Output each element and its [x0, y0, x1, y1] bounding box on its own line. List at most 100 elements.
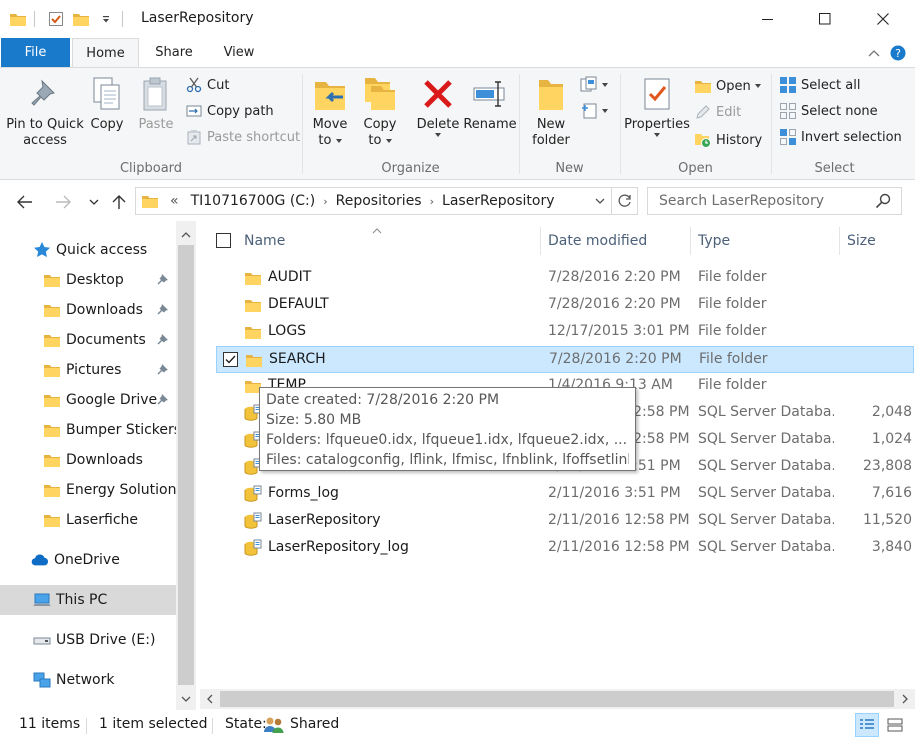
file-row[interactable]: LaserRepository 2/11/2016 12:58 PM SQL Ser… — [216, 508, 914, 535]
invert-selection-button[interactable]: Invert selection — [779, 126, 902, 148]
large-icons-view-button[interactable] — [883, 713, 907, 737]
file-size: 11,520 — [863, 512, 912, 528]
chevron-down-icon — [335, 138, 342, 143]
delete-button[interactable]: Delete — [416, 74, 460, 137]
forward-button[interactable] — [52, 191, 74, 213]
file-row[interactable]: LaserRepository_log 2/11/2016 12:58 PM SQL… — [216, 535, 914, 562]
file-row[interactable]: AUDIT 7/28/2016 2:20 PM File folder — [216, 265, 914, 292]
tab-file[interactable]: File — [1, 38, 70, 67]
maximize-button[interactable] — [802, 0, 848, 38]
copy-to-button[interactable]: Copy to — [358, 74, 402, 149]
scroll-left-arrow-icon[interactable] — [204, 693, 216, 705]
column-header-date-modified[interactable]: Date modified — [548, 221, 647, 261]
row-checkbox[interactable] — [223, 352, 238, 367]
details-view-button[interactable] — [855, 713, 879, 737]
file-list-horizontal-scrollbar[interactable] — [200, 689, 915, 709]
new-folder-button[interactable]: New folder — [528, 74, 574, 149]
open-button[interactable]: Open — [694, 75, 761, 97]
history-button[interactable]: History — [694, 129, 762, 151]
pin-icon[interactable] — [157, 333, 169, 349]
address-bar[interactable]: « TI10716700G (C:) › Repositories › Lase… — [135, 187, 638, 215]
column-header-name[interactable]: Name — [244, 221, 285, 261]
nav-item[interactable]: Laserfiche — [0, 505, 176, 535]
nav-usb-drive[interactable]: USB Drive (E:) — [0, 625, 176, 655]
pin-icon[interactable] — [157, 363, 169, 379]
paste-button[interactable]: Paste — [134, 74, 178, 133]
copy-button[interactable]: Copy — [85, 74, 129, 133]
paste-shortcut-button[interactable]: Paste shortcut — [185, 126, 300, 148]
nav-item[interactable]: Energy Solutions — [0, 475, 176, 505]
chevron-right-icon[interactable]: › — [323, 195, 327, 208]
paste-shortcut-icon — [185, 128, 203, 146]
horizontal-scrollbar-thumb[interactable] — [220, 691, 894, 707]
nav-item[interactable]: Bumper Stickers — [0, 415, 176, 445]
nav-item[interactable]: Desktop — [0, 265, 176, 295]
file-row[interactable]: Forms_log 2/11/2016 3:51 PM SQL Server Dat… — [216, 481, 914, 508]
file-date-modified: 2/11/2016 3:51 PM — [548, 485, 681, 501]
properties-checkmark-icon[interactable] — [46, 9, 66, 29]
new-folder-icon[interactable] — [71, 9, 91, 29]
pin-to-quick-access-button[interactable]: Pin to Quick access — [5, 74, 85, 149]
rename-button[interactable]: Rename — [463, 74, 517, 133]
nav-quick-access[interactable]: Quick access — [0, 235, 176, 265]
folder-icon — [43, 271, 61, 289]
database-icon — [244, 485, 262, 503]
file-row[interactable]: SEARCH 7/28/2016 2:20 PM File folder — [216, 346, 914, 373]
properties-button[interactable]: Properties — [624, 74, 690, 137]
search-icon[interactable] — [875, 193, 891, 212]
nav-item[interactable]: Documents — [0, 325, 176, 355]
chevron-right-icon[interactable]: › — [430, 195, 434, 208]
help-icon[interactable]: ? — [888, 43, 908, 63]
nav-scrollbar[interactable] — [176, 221, 196, 710]
pin-icon[interactable] — [157, 393, 169, 409]
column-header-size[interactable]: Size — [847, 221, 876, 261]
address-dropdown-button[interactable] — [589, 188, 611, 214]
easy-access-button[interactable] — [580, 100, 608, 122]
select-all-checkbox[interactable] — [216, 233, 231, 248]
up-button[interactable] — [108, 191, 130, 213]
scroll-right-arrow-icon[interactable] — [899, 693, 911, 705]
window-title: LaserRepository — [141, 10, 254, 26]
tab-share[interactable]: Share — [142, 38, 206, 67]
tab-home[interactable]: Home — [72, 38, 139, 68]
select-all-button[interactable]: Select all — [779, 74, 860, 96]
file-row[interactable]: DEFAULT 7/28/2016 2:20 PM File folder — [216, 292, 914, 319]
nav-network[interactable]: Network — [0, 665, 176, 695]
copy-path-button[interactable]: Copy path — [185, 100, 274, 122]
nav-item[interactable]: Downloads — [0, 295, 176, 325]
file-size: 1,024 — [871, 431, 912, 447]
folder-icon — [43, 481, 61, 499]
pin-icon[interactable] — [157, 273, 169, 289]
breadcrumb-repositories[interactable]: Repositories — [336, 193, 422, 209]
recent-locations-button[interactable] — [83, 191, 105, 213]
file-row[interactable]: LOGS 12/17/2015 3:01 PM File folder — [216, 319, 914, 346]
nav-onedrive[interactable]: OneDrive — [0, 545, 176, 575]
cut-button[interactable]: Cut — [185, 74, 229, 96]
new-item-button[interactable] — [580, 74, 608, 96]
folder-icon[interactable] — [8, 9, 28, 29]
column-header-type[interactable]: Type — [698, 221, 730, 261]
customize-toolbar-chevron-icon[interactable] — [96, 9, 116, 29]
pin-icon[interactable] — [157, 303, 169, 319]
tab-view[interactable]: View — [208, 38, 270, 67]
breadcrumb-laserrepository[interactable]: LaserRepository — [442, 193, 555, 209]
close-button[interactable] — [860, 0, 906, 38]
search-box[interactable] — [647, 187, 902, 215]
breadcrumb-drive[interactable]: TI10716700G (C:) — [191, 193, 316, 209]
select-none-button[interactable]: Select none — [779, 100, 878, 122]
minimize-ribbon-chevron-icon[interactable] — [864, 43, 884, 63]
back-button[interactable] — [14, 191, 36, 213]
minimize-button[interactable] — [745, 0, 791, 38]
nav-scrollbar-thumb[interactable] — [178, 245, 194, 685]
nav-this-pc[interactable]: This PC — [0, 585, 176, 615]
breadcrumb-overflow[interactable]: « — [170, 193, 179, 209]
edit-button[interactable]: Edit — [694, 101, 741, 123]
scroll-up-arrow-icon[interactable] — [180, 229, 192, 241]
move-to-button[interactable]: Move to — [308, 74, 352, 149]
scroll-down-arrow-icon[interactable] — [180, 693, 192, 705]
nav-item[interactable]: Pictures — [0, 355, 176, 385]
nav-item[interactable]: Google Drive — [0, 385, 176, 415]
search-input[interactable] — [659, 193, 874, 209]
refresh-button[interactable] — [611, 188, 637, 214]
nav-item[interactable]: Downloads — [0, 445, 176, 475]
